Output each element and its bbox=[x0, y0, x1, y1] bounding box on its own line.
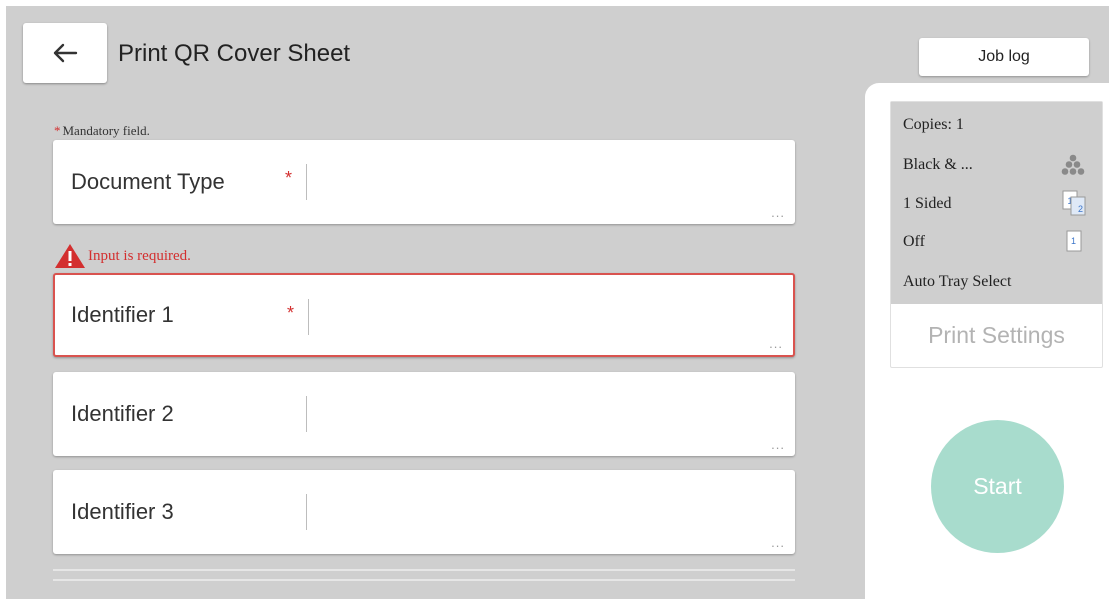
copies-setting: Copies: 1 bbox=[903, 116, 964, 133]
color-setting: Black & ... bbox=[903, 156, 973, 173]
next-field-edge bbox=[53, 569, 795, 581]
identifier-1-field[interactable]: Identifier 1 * ... bbox=[53, 273, 795, 357]
start-button[interactable]: Start bbox=[931, 420, 1064, 553]
document-type-field[interactable]: Document Type * ... bbox=[53, 140, 795, 224]
identifier-3-field[interactable]: Identifier 3 ... bbox=[53, 470, 795, 554]
job-log-button[interactable]: Job log bbox=[919, 38, 1089, 76]
sides-setting: 1 Sided bbox=[903, 195, 952, 212]
print-settings-card[interactable]: Copies: 1 Black & ... 1 Sided 1 2 Off 1 … bbox=[890, 101, 1103, 368]
one-sided-icon: 1 2 bbox=[1062, 190, 1086, 216]
error-message-text: Input is required. bbox=[88, 247, 191, 264]
toner-dots-icon bbox=[1061, 154, 1085, 175]
settings-summary: Copies: 1 Black & ... 1 Sided 1 2 Off 1 … bbox=[891, 102, 1102, 304]
app-frame: Print QR Cover Sheet Job log * Mandatory … bbox=[6, 6, 1109, 599]
more-indicator: ... bbox=[771, 437, 785, 452]
svg-text:1: 1 bbox=[1071, 236, 1076, 246]
field-label: Identifier 1 bbox=[71, 302, 174, 327]
page-icon: 1 bbox=[1066, 230, 1082, 252]
page-title: Print QR Cover Sheet bbox=[118, 40, 351, 67]
more-indicator: ... bbox=[771, 535, 785, 550]
field-label: Document Type bbox=[71, 169, 225, 194]
mandatory-note-text: Mandatory field. bbox=[62, 123, 150, 138]
identifier-2-field[interactable]: Identifier 2 ... bbox=[53, 372, 795, 456]
more-indicator: ... bbox=[771, 205, 785, 220]
field-label: Identifier 2 bbox=[71, 401, 174, 426]
svg-text:2: 2 bbox=[1078, 204, 1083, 214]
field-divider bbox=[308, 299, 309, 335]
required-marker: * bbox=[287, 303, 295, 323]
error-message: Input is required. bbox=[54, 243, 191, 269]
right-panel: Copies: 1 Black & ... 1 Sided 1 2 Off 1 … bbox=[865, 83, 1109, 599]
required-marker: * bbox=[285, 168, 293, 188]
mandatory-note: * Mandatory field. bbox=[54, 123, 150, 139]
arrow-left-icon bbox=[53, 43, 78, 63]
field-divider bbox=[306, 396, 307, 432]
field-label: Identifier 3 bbox=[71, 499, 174, 524]
warning-icon bbox=[55, 244, 85, 268]
required-marker: * bbox=[54, 123, 61, 138]
field-divider bbox=[306, 164, 307, 200]
tray-setting: Auto Tray Select bbox=[903, 273, 1012, 290]
staple-setting: Off bbox=[903, 233, 925, 250]
back-button[interactable] bbox=[23, 23, 107, 83]
more-indicator: ... bbox=[769, 336, 783, 351]
field-divider bbox=[306, 494, 307, 530]
print-settings-link: Print Settings bbox=[928, 321, 1065, 348]
